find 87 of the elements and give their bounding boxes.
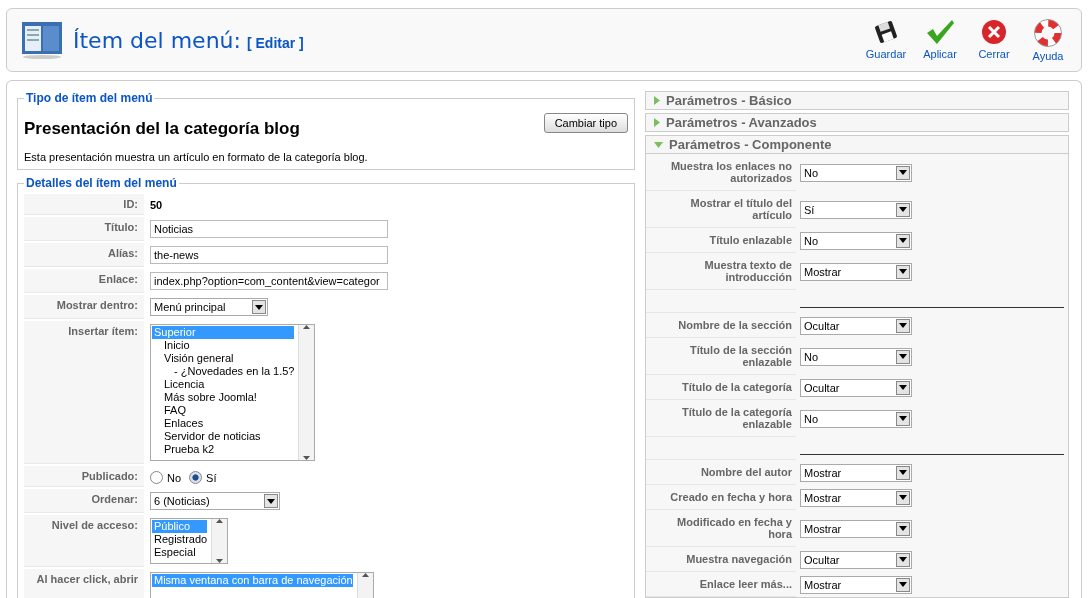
caret-icon [267, 498, 275, 504]
text-field[interactable]: the-news [150, 246, 388, 264]
select-field[interactable]: 6 (Noticias) [150, 492, 280, 510]
caret-icon [899, 385, 907, 390]
caret-icon [899, 470, 907, 475]
select-field[interactable]: No [800, 347, 912, 366]
panel-header[interactable]: Parámetros - Componente [645, 135, 1069, 154]
list-option[interactable]: Registrado [152, 533, 208, 546]
close-icon [981, 18, 1007, 45]
caret-icon [899, 170, 907, 175]
select-field[interactable]: Menú principal [150, 298, 268, 316]
scroll-up-icon[interactable] [361, 573, 369, 577]
caret-icon [899, 354, 907, 359]
field-label: Nivel de acceso: [24, 515, 144, 567]
caret-icon [899, 526, 907, 531]
select-field[interactable]: No [800, 163, 912, 182]
list-option[interactable]: Prueba k2 [152, 443, 295, 456]
toolbar-button[interactable]: Guardar [861, 18, 911, 62]
toolbar-button[interactable]: Aplicar [915, 18, 965, 62]
select-field[interactable]: Ocultar [800, 378, 912, 397]
list-box[interactable]: Superior Inicio Visión general - ¿Novedades en la 1.5? Licencia Más sobre Joomla! FAQ Enlaces Servidor de noticias Prueba k2 [150, 324, 316, 461]
panel-header[interactable]: Parámetros - Básico [645, 91, 1069, 110]
radio-label: Sí [206, 471, 217, 484]
list-option[interactable]: Licencia [152, 378, 295, 391]
expanded-triangle-icon [654, 141, 663, 148]
field-label: Mostrar dentro: [24, 295, 144, 319]
collapsed-triangle-icon [654, 118, 660, 127]
caret-icon [899, 495, 907, 500]
list-option[interactable]: Servidor de noticias [152, 430, 295, 443]
select-field[interactable]: Mostrar [800, 519, 912, 538]
group-legend: Detalles del ítem del menú [24, 176, 179, 190]
field-label: Título: [24, 217, 144, 241]
select-field[interactable]: Mostrar [800, 463, 912, 482]
select-field[interactable]: Sí [800, 200, 912, 219]
caret-icon [899, 207, 907, 212]
radio-label: No [167, 471, 182, 484]
caret-icon [899, 323, 907, 328]
list-option[interactable]: Más sobre Joomla! [152, 391, 295, 404]
list-option[interactable]: Visión general [152, 352, 295, 365]
caret-icon [899, 582, 907, 587]
scroll-up-icon[interactable] [303, 325, 311, 329]
field-label: Alías: [24, 243, 144, 267]
list-option[interactable]: - ¿Novedades en la 1.5? [152, 365, 295, 378]
toolbar-button[interactable]: Ayuda [1023, 18, 1073, 62]
group-legend: Tipo de ítem del menú [24, 91, 155, 105]
radio-button[interactable] [150, 471, 163, 484]
select-field[interactable]: Mostrar [800, 262, 912, 281]
caret-icon [899, 238, 907, 243]
scroll-up-icon[interactable] [216, 519, 224, 523]
list-option[interactable]: FAQ [152, 404, 295, 417]
field-label: Publicado: [24, 466, 144, 487]
id-value: 50 [150, 198, 163, 211]
list-option[interactable]: Especial [152, 546, 208, 559]
select-field[interactable]: Mostrar [800, 488, 912, 507]
field-label: Enlace: [24, 269, 144, 293]
select-field[interactable]: Ocultar [800, 316, 912, 335]
panel-header[interactable]: Parámetros - Avanzados [645, 113, 1069, 132]
page-title: Ítem del menú: [73, 27, 241, 53]
list-box[interactable]: Público Registrado Especial [150, 518, 229, 564]
select-field[interactable]: No [800, 409, 912, 428]
field-label: Ordenar: [24, 489, 144, 513]
check-icon [925, 18, 955, 45]
list-option[interactable]: Enlaces [152, 417, 295, 430]
select-field[interactable]: No [800, 231, 912, 250]
collapsed-triangle-icon [654, 96, 660, 105]
change-type-button[interactable]: Cambiar tipo [543, 113, 628, 133]
caret-icon [899, 557, 907, 562]
caret-icon [255, 304, 263, 310]
layout-title: Presentación del la categoría blog [24, 119, 300, 139]
list-option[interactable]: Inicio [152, 339, 295, 352]
layout-description: Esta presentación muestra un artículo en formato de la categoría blog. [24, 151, 369, 163]
scroll-down-icon[interactable] [303, 456, 311, 460]
select-field[interactable]: Mostrar [800, 575, 912, 594]
toolbar-button[interactable]: Cerrar [969, 18, 1019, 62]
field-label: ID: [24, 194, 144, 215]
edit-label: [ Editar ] [246, 34, 304, 51]
field-label: Al hacer click, abrir [24, 569, 144, 598]
text-field[interactable]: index.php?option=com_content&view=categor [150, 272, 388, 290]
text-field[interactable]: Noticias [150, 220, 388, 238]
field-label: Insertar ítem: [24, 321, 144, 464]
menu-window-icon [21, 20, 63, 60]
scroll-down-icon[interactable] [216, 559, 224, 563]
radio-button[interactable] [189, 471, 203, 484]
caret-icon [899, 416, 907, 421]
lifebuoy-icon [1034, 18, 1062, 47]
caret-icon [899, 269, 907, 274]
select-field[interactable]: Ocultar [800, 550, 912, 569]
